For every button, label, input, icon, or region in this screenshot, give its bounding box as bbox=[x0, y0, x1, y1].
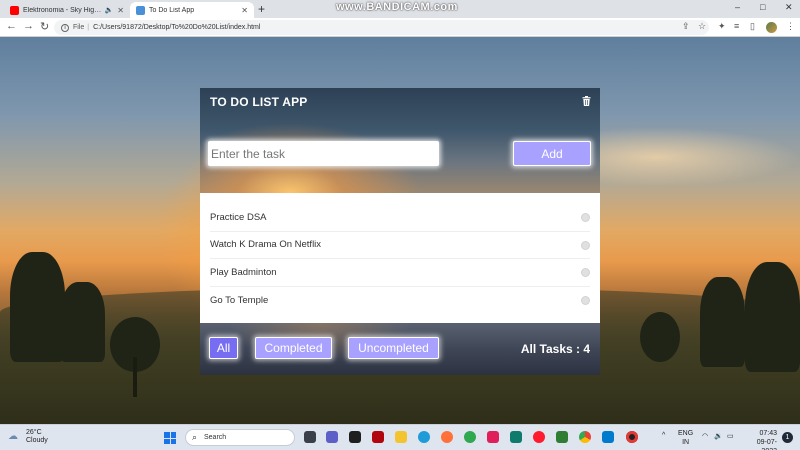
search-placeholder: Search bbox=[204, 434, 227, 441]
background-tree bbox=[10, 252, 65, 362]
task-text: Play Badminton bbox=[210, 266, 277, 278]
app-header: TO DO LIST APP Add bbox=[200, 88, 600, 193]
background-tree bbox=[700, 277, 745, 367]
opera-icon[interactable] bbox=[533, 431, 545, 443]
complete-toggle-icon[interactable] bbox=[581, 268, 590, 277]
tab-youtube[interactable]: Elektronomia - Sky High - Yo 🔈 ✕ bbox=[4, 2, 130, 18]
app-footer: All Completed Uncompleted All Tasks : 4 bbox=[200, 323, 600, 375]
reading-list-icon[interactable]: ≡ bbox=[734, 21, 739, 31]
file-explorer-icon[interactable] bbox=[395, 431, 407, 443]
browser-toolbar: ← → ↻ i File | C:/Users/91872/Desktop/To… bbox=[0, 18, 800, 37]
complete-toggle-icon[interactable] bbox=[581, 295, 590, 305]
info-icon[interactable]: i bbox=[61, 23, 69, 32]
tray-chevron-icon[interactable]: ^ bbox=[662, 432, 665, 439]
scheme-label: File bbox=[73, 24, 85, 31]
youtube-icon bbox=[10, 5, 19, 15]
region-code: IN bbox=[682, 439, 690, 446]
tab-todo-app[interactable]: To Do List App ✕ bbox=[130, 2, 254, 18]
slack-icon[interactable] bbox=[487, 431, 499, 443]
address-bar[interactable]: i File | C:/Users/91872/Desktop/To%20Do%… bbox=[54, 20, 709, 35]
filter-all-button[interactable]: All bbox=[209, 337, 238, 359]
task-item[interactable]: Practice DSA bbox=[210, 204, 590, 232]
language-indicator[interactable]: ENG IN bbox=[678, 429, 693, 447]
battery-icon[interactable]: ▭ bbox=[727, 432, 734, 440]
tab-title: To Do List App bbox=[149, 6, 195, 14]
close-tab-icon[interactable]: ✕ bbox=[241, 6, 248, 15]
task-text: Practice DSA bbox=[210, 211, 267, 223]
menu-icon[interactable]: ⋮ bbox=[786, 21, 795, 32]
share-icon[interactable]: ⇪ bbox=[682, 21, 690, 32]
filter-completed-button[interactable]: Completed bbox=[255, 337, 332, 359]
separator: | bbox=[87, 24, 90, 31]
browser-tab-bar: Elektronomia - Sky High - Yo 🔈 ✕ To Do L… bbox=[0, 0, 800, 18]
clock-date: 09-07-2023 bbox=[756, 439, 777, 450]
clock-time: 07:43 bbox=[759, 430, 777, 437]
task-count: All Tasks : 4 bbox=[520, 342, 590, 356]
complete-toggle-icon[interactable] bbox=[581, 213, 590, 222]
todo-app-card: TO DO LIST APP Add Practice DSA Watch K … bbox=[200, 88, 600, 375]
task-item[interactable]: Watch K Drama On Netflix bbox=[210, 232, 590, 259]
netflix-icon[interactable] bbox=[372, 431, 384, 443]
page-icon bbox=[136, 5, 145, 15]
volume-icon[interactable]: 🔉 bbox=[714, 432, 723, 440]
task-view-icon[interactable] bbox=[304, 431, 316, 443]
task-item[interactable]: Go To Temple bbox=[210, 287, 590, 315]
cloud-icon: ☁ bbox=[8, 431, 18, 442]
weather-temp: 26°C bbox=[26, 429, 42, 436]
system-clock[interactable]: 07:43 09-07-2023 bbox=[745, 429, 777, 450]
weather-condition: Cloudy bbox=[26, 437, 48, 444]
app-icon[interactable] bbox=[510, 431, 522, 443]
maximize-button[interactable]: □ bbox=[760, 2, 765, 12]
background-tree bbox=[745, 262, 800, 372]
windows-taskbar: ☁ 26°C Cloudy ⌕ Search ^ ENG IN ◠ 🔉 ▭ 07… bbox=[0, 424, 800, 450]
task-text: Watch K Drama On Netflix bbox=[210, 239, 322, 251]
recorder-watermark: www.BANDICAM.com bbox=[336, 1, 458, 13]
task-text: Go To Temple bbox=[210, 294, 269, 306]
notification-badge[interactable]: 1 bbox=[782, 432, 793, 443]
app-icon[interactable] bbox=[464, 431, 476, 443]
background-tree bbox=[60, 282, 105, 362]
add-task-button[interactable]: Add bbox=[513, 141, 591, 166]
search-icon: ⌕ bbox=[192, 432, 198, 442]
trash-icon[interactable] bbox=[582, 96, 591, 106]
app-title: TO DO LIST APP bbox=[210, 95, 308, 109]
wifi-icon[interactable]: ◠ bbox=[702, 432, 708, 440]
language-code: ENG bbox=[678, 430, 694, 437]
taskbar-search[interactable]: ⌕ Search bbox=[185, 429, 295, 446]
chat-app-icon[interactable] bbox=[326, 431, 338, 443]
chrome-icon[interactable] bbox=[579, 431, 591, 443]
speaker-icon[interactable]: 🔈 bbox=[105, 6, 114, 14]
minimize-button[interactable]: – bbox=[735, 2, 740, 12]
task-item[interactable]: Play Badminton bbox=[210, 259, 590, 287]
extensions-icon[interactable]: ✦ bbox=[718, 21, 726, 32]
weather-widget[interactable]: ☁ 26°C Cloudy bbox=[8, 429, 48, 445]
filter-uncompleted-button[interactable]: Uncompleted bbox=[348, 337, 439, 359]
sidebar-icon[interactable]: ▯ bbox=[750, 21, 755, 32]
firefox-icon[interactable] bbox=[441, 431, 453, 443]
star-icon[interactable]: ☆ bbox=[698, 21, 706, 32]
edge-icon[interactable] bbox=[418, 431, 430, 443]
close-tab-icon[interactable]: ✕ bbox=[117, 6, 124, 15]
vscode-icon[interactable] bbox=[602, 431, 614, 443]
back-button[interactable]: ← bbox=[6, 20, 17, 32]
background-tree bbox=[640, 312, 680, 362]
complete-toggle-icon[interactable] bbox=[581, 240, 590, 250]
new-tab-button[interactable]: + bbox=[258, 2, 265, 16]
profile-avatar[interactable] bbox=[766, 22, 777, 33]
black-app-icon[interactable] bbox=[349, 431, 361, 443]
background-tree-trunk bbox=[133, 357, 137, 397]
windows-start-icon[interactable] bbox=[164, 432, 176, 444]
forward-button[interactable]: → bbox=[23, 20, 34, 32]
recorder-icon[interactable] bbox=[626, 431, 638, 443]
close-window-button[interactable]: ✕ bbox=[785, 2, 793, 13]
task-list: Practice DSA Watch K Drama On Netflix Pl… bbox=[200, 193, 600, 323]
reload-button[interactable]: ↻ bbox=[40, 20, 49, 33]
url-text[interactable]: C:/Users/91872/Desktop/To%20Do%20List/in… bbox=[93, 24, 260, 31]
task-input[interactable] bbox=[208, 141, 439, 166]
tab-title: Elektronomia - Sky High - Yo bbox=[23, 6, 103, 14]
app-icon[interactable] bbox=[556, 431, 568, 443]
